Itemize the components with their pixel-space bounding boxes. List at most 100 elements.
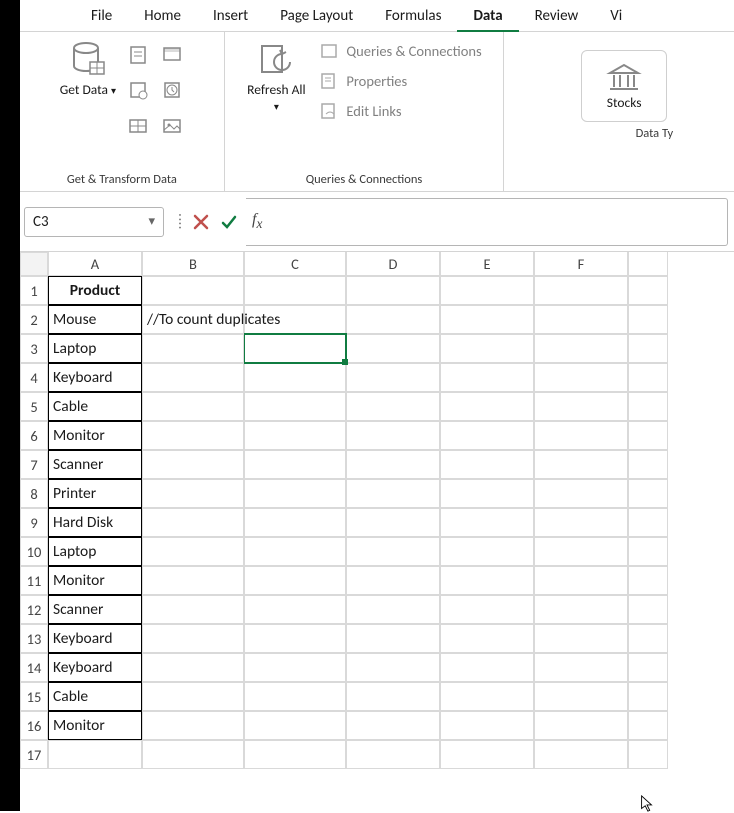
row-header[interactable]: 4 <box>20 363 48 392</box>
cell[interactable]: Laptop <box>48 334 142 363</box>
row-header[interactable]: 16 <box>20 711 48 740</box>
cell[interactable] <box>346 334 440 363</box>
cancel-formula-button[interactable] <box>192 213 210 231</box>
refresh-all-button[interactable]: Refresh All ▾ <box>246 40 306 114</box>
cell[interactable] <box>244 537 346 566</box>
cell[interactable] <box>628 653 668 682</box>
cell[interactable] <box>534 595 628 624</box>
row-header[interactable]: 10 <box>20 537 48 566</box>
cell[interactable]: Keyboard <box>48 624 142 653</box>
from-web-icon[interactable] <box>162 44 184 66</box>
cell[interactable] <box>628 566 668 595</box>
col-header-D[interactable]: D <box>346 252 440 276</box>
cell[interactable] <box>244 508 346 537</box>
cell[interactable] <box>440 682 534 711</box>
cell[interactable] <box>440 334 534 363</box>
cell[interactable] <box>440 508 534 537</box>
cell[interactable] <box>440 624 534 653</box>
cell[interactable] <box>142 624 244 653</box>
cell[interactable] <box>440 740 534 769</box>
cell[interactable] <box>628 276 668 305</box>
cell[interactable]: Scanner <box>48 595 142 624</box>
cell[interactable] <box>346 682 440 711</box>
tab-formulas[interactable]: Formulas <box>369 0 457 32</box>
cell[interactable] <box>440 595 534 624</box>
cell[interactable] <box>346 450 440 479</box>
cell[interactable] <box>440 421 534 450</box>
cell[interactable] <box>244 334 346 363</box>
cell[interactable] <box>628 711 668 740</box>
cell[interactable] <box>346 711 440 740</box>
tab-file[interactable]: File <box>75 0 128 32</box>
get-data-button[interactable]: Get Data ▾ <box>58 40 118 98</box>
row-header[interactable]: 3 <box>20 334 48 363</box>
cell[interactable] <box>244 392 346 421</box>
cell[interactable]: Keyboard <box>48 653 142 682</box>
tab-view[interactable]: Vi <box>594 0 638 32</box>
name-box[interactable]: C3 ▾ <box>24 207 164 237</box>
cell[interactable] <box>628 740 668 769</box>
cell[interactable] <box>628 392 668 421</box>
cell[interactable] <box>244 711 346 740</box>
cell[interactable] <box>628 595 668 624</box>
col-header-G[interactable] <box>628 252 668 276</box>
fx-icon[interactable]: fx <box>252 211 262 232</box>
cell[interactable] <box>440 305 534 334</box>
cell[interactable] <box>628 305 668 334</box>
tab-home[interactable]: Home <box>128 0 197 32</box>
queries-connections-button[interactable]: Queries & Connections <box>320 42 481 60</box>
cell[interactable] <box>534 566 628 595</box>
row-header[interactable]: 15 <box>20 682 48 711</box>
cell[interactable]: Mouse <box>48 305 142 334</box>
cell[interactable]: Hard Disk <box>48 508 142 537</box>
cell[interactable] <box>346 276 440 305</box>
row-header[interactable]: 9 <box>20 508 48 537</box>
formula-input[interactable]: fx <box>246 198 728 246</box>
cell[interactable] <box>142 450 244 479</box>
cell[interactable] <box>244 363 346 392</box>
tab-insert[interactable]: Insert <box>197 0 264 32</box>
cell[interactable] <box>440 450 534 479</box>
cell[interactable] <box>142 740 244 769</box>
cell[interactable] <box>534 392 628 421</box>
cell[interactable] <box>142 363 244 392</box>
cell[interactable] <box>346 392 440 421</box>
cell[interactable] <box>534 740 628 769</box>
cell[interactable] <box>534 537 628 566</box>
cell[interactable]: Cable <box>48 392 142 421</box>
cell[interactable] <box>142 682 244 711</box>
cell[interactable] <box>142 421 244 450</box>
cell[interactable] <box>346 508 440 537</box>
cell[interactable] <box>244 276 346 305</box>
cell[interactable] <box>440 276 534 305</box>
cell[interactable] <box>346 421 440 450</box>
chevron-down-icon[interactable]: ▾ <box>148 214 155 229</box>
cell[interactable] <box>244 479 346 508</box>
col-header-B[interactable]: B <box>142 252 244 276</box>
cell[interactable] <box>534 450 628 479</box>
cell[interactable] <box>628 450 668 479</box>
cell[interactable] <box>534 305 628 334</box>
tab-data[interactable]: Data <box>457 0 518 32</box>
cell[interactable] <box>440 566 534 595</box>
row-header[interactable]: 13 <box>20 624 48 653</box>
cell[interactable]: Monitor <box>48 421 142 450</box>
row-header[interactable]: 2 <box>20 305 48 334</box>
cell[interactable] <box>628 508 668 537</box>
cell[interactable] <box>346 305 440 334</box>
tab-review[interactable]: Review <box>519 0 595 32</box>
cell[interactable] <box>244 450 346 479</box>
cell[interactable] <box>628 537 668 566</box>
row-header[interactable]: 5 <box>20 392 48 421</box>
cell[interactable]: Monitor <box>48 711 142 740</box>
row-header[interactable]: 6 <box>20 421 48 450</box>
cell[interactable]: Printer <box>48 479 142 508</box>
cell[interactable]: Scanner <box>48 450 142 479</box>
cell[interactable] <box>142 508 244 537</box>
cell[interactable] <box>346 566 440 595</box>
cell[interactable] <box>346 595 440 624</box>
cell[interactable] <box>244 682 346 711</box>
cell[interactable]: Monitor <box>48 566 142 595</box>
cell[interactable] <box>244 566 346 595</box>
cell[interactable] <box>346 363 440 392</box>
